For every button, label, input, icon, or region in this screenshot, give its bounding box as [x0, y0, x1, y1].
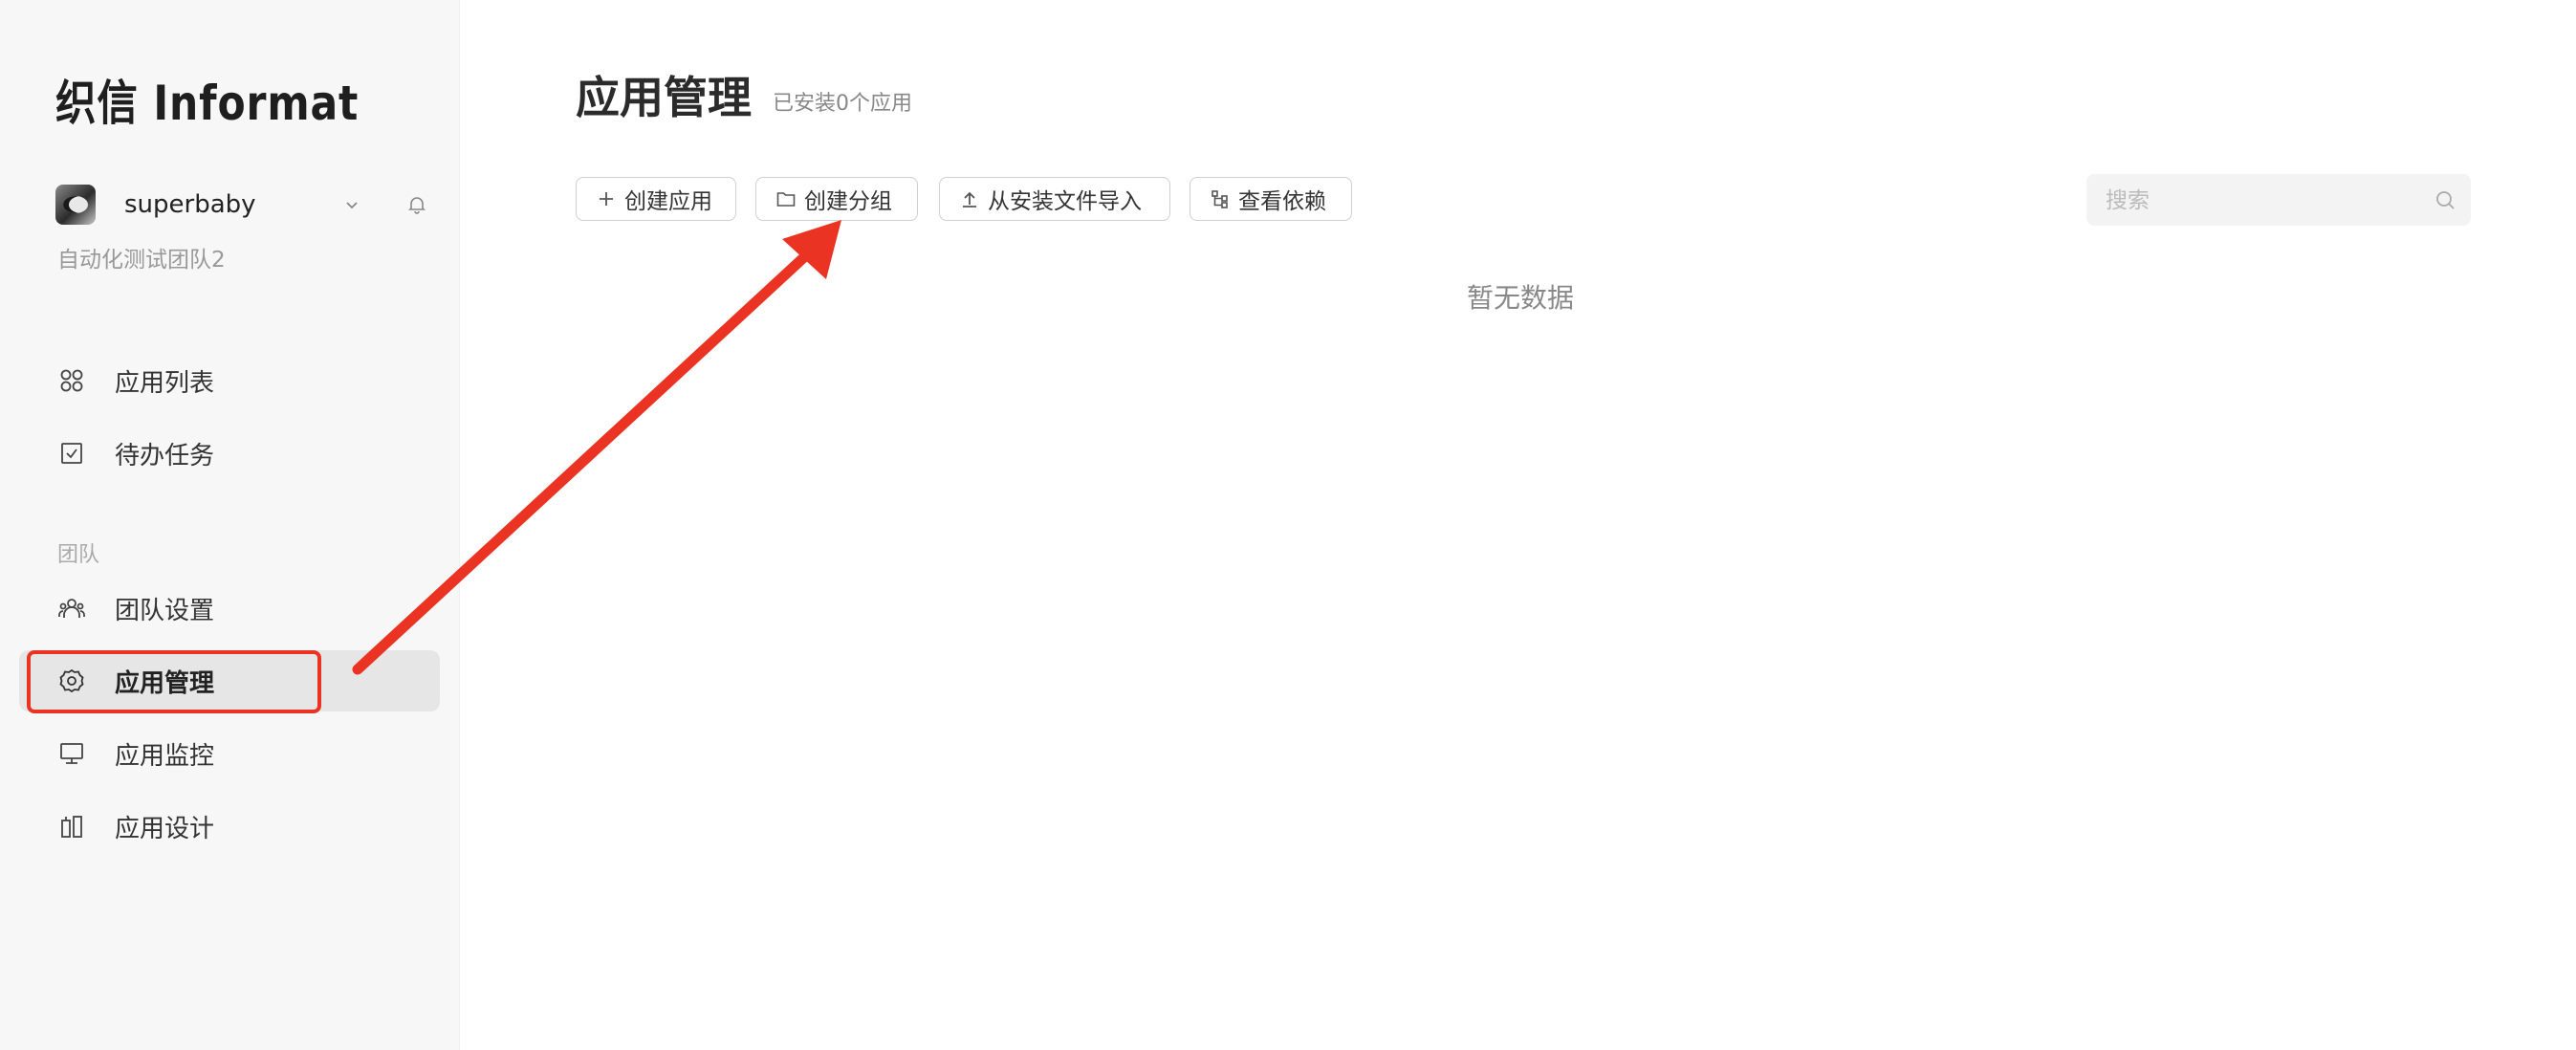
monitor-icon [57, 739, 86, 768]
page-title: 应用管理 [576, 72, 752, 123]
search-icon[interactable] [2434, 189, 2456, 210]
plus-icon [596, 188, 617, 209]
import-from-file-button[interactable]: 从安装文件导入 [939, 177, 1170, 221]
username: superbaby [124, 190, 256, 219]
team-name: 自动化测试团队2 [57, 248, 226, 273]
dependency-tree-icon [1210, 188, 1231, 209]
upload-icon [959, 188, 980, 209]
team-section-label: 团队 [57, 543, 100, 567]
sidebar-item-label: 应用监控 [115, 741, 215, 771]
create-group-button[interactable]: 创建分组 [755, 177, 918, 221]
create-app-button[interactable]: 创建应用 [576, 177, 736, 221]
view-dependencies-label: 查看依赖 [1238, 189, 1326, 214]
import-from-file-label: 从安装文件导入 [988, 189, 1142, 214]
search-input[interactable] [2086, 174, 2433, 228]
sidebar-item-app-design[interactable]: 应用设计 [19, 796, 440, 857]
brand-logo: 织信 Informat [55, 76, 360, 131]
sidebar-item-label: 待办任务 [115, 441, 215, 470]
team-users-icon [57, 594, 86, 623]
empty-state-text: 暂无数据 [1466, 282, 1574, 314]
avatar[interactable] [55, 185, 96, 225]
page-subtitle: 已安装0个应用 [773, 92, 912, 116]
design-icon [57, 812, 86, 841]
sidebar: 织信 Informat superbaby 自动化测试团队2 应用列表 待办任务… [0, 0, 460, 1050]
sidebar-item-todo[interactable]: 待办任务 [19, 423, 440, 484]
create-app-label: 创建应用 [624, 189, 712, 214]
create-group-label: 创建分组 [804, 189, 892, 214]
sidebar-item-label: 应用设计 [115, 814, 215, 843]
folder-icon [775, 188, 797, 209]
sidebar-item-label: 应用列表 [115, 368, 215, 398]
bell-icon[interactable] [405, 193, 428, 216]
checkbox-icon [57, 439, 86, 468]
view-dependencies-button[interactable]: 查看依赖 [1190, 177, 1352, 221]
chevron-down-icon[interactable] [342, 195, 361, 214]
sidebar-item-team-settings[interactable]: 团队设置 [19, 578, 440, 639]
apps-grid-icon [57, 366, 86, 395]
sidebar-item-label: 团队设置 [115, 596, 215, 625]
user-switcher[interactable]: superbaby [55, 184, 438, 226]
sidebar-item-app-list[interactable]: 应用列表 [19, 350, 440, 411]
search-box[interactable] [2086, 174, 2471, 228]
sidebar-item-app-monitor[interactable]: 应用监控 [19, 723, 440, 784]
annotation-highlight-box [27, 650, 321, 713]
